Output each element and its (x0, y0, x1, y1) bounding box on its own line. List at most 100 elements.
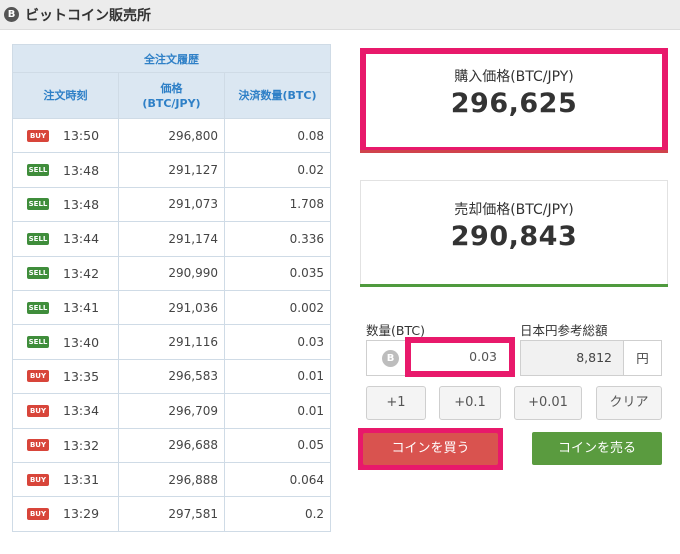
row-price: 290,990 (118, 255, 225, 291)
column-header-price-line1: 価格 (160, 81, 183, 95)
row-price: 296,688 (118, 427, 225, 463)
bitcoin-icon: B (4, 7, 19, 22)
side-badge: SELL (27, 267, 49, 280)
row-time-cell: SELL 13:40 (12, 324, 119, 360)
row-time: 13:50 (63, 128, 100, 144)
row-price: 296,888 (118, 461, 225, 498)
row-time: 13:40 (63, 334, 100, 350)
page-header: B ビットコイン販売所 (0, 0, 680, 30)
row-time: 13:31 (63, 472, 100, 488)
buy-coin-button[interactable]: コインを買う (363, 433, 498, 465)
side-badge: SELL (27, 301, 49, 314)
column-header-price-line2: (BTC/JPY) (142, 96, 201, 110)
column-header-time: 注文時刻 (12, 72, 119, 119)
row-amount: 0.2 (223, 496, 332, 532)
side-badge: BUY (27, 439, 49, 452)
table-row: BUY 13:50 296,800 0.08 (12, 117, 332, 154)
plus-0-1-button[interactable]: +0.1 (439, 386, 501, 420)
table-row: SELL 13:48 291,127 0.02 (12, 152, 332, 188)
column-header-amount: 決済数量(BTC) (223, 72, 332, 119)
side-badge: SELL (27, 336, 49, 349)
row-price: 291,116 (118, 324, 225, 360)
sell-price-value: 290,843 (450, 221, 578, 252)
row-time: 13:32 (63, 437, 100, 453)
table-row: BUY 13:35 296,583 0.01 (12, 358, 332, 395)
yen-unit: 円 (623, 340, 662, 376)
row-price: 291,174 (118, 221, 225, 257)
row-amount: 0.05 (223, 427, 332, 463)
row-time-cell: SELL 13:48 (12, 186, 119, 223)
row-time-cell: BUY 13:34 (12, 393, 119, 429)
plus-0-01-button[interactable]: +0.01 (514, 386, 582, 420)
row-time: 13:29 (63, 506, 100, 522)
row-amount: 0.002 (223, 289, 332, 326)
quantity-input[interactable]: 0.03 (405, 337, 515, 377)
table-row: BUY 13:29 297,581 0.2 (12, 496, 332, 532)
row-price: 291,127 (118, 152, 225, 188)
row-time: 13:48 (63, 162, 100, 178)
row-time-cell: BUY 13:32 (12, 427, 119, 463)
table-row: SELL 13:41 291,036 0.002 (12, 289, 332, 326)
row-price: 296,709 (118, 393, 225, 429)
row-time: 13:48 (63, 196, 100, 212)
column-header-price: 価格 (BTC/JPY) (118, 72, 225, 119)
jpy-reference-label: 日本円参考総額 (520, 323, 608, 338)
buy-price-underline (360, 150, 668, 153)
row-time: 13:44 (63, 231, 100, 247)
row-amount: 0.01 (223, 358, 332, 395)
bitcoin-coin-icon: B (382, 350, 399, 367)
sell-price-underline (360, 284, 668, 287)
row-amount: 0.03 (223, 324, 332, 360)
plus-1-button[interactable]: +1 (366, 386, 426, 420)
side-badge: BUY (27, 370, 49, 383)
sell-coin-button[interactable]: コインを売る (532, 432, 662, 465)
row-price: 297,581 (118, 496, 225, 532)
side-badge: BUY (27, 129, 49, 142)
table-row: BUY 13:31 296,888 0.064 (12, 461, 332, 498)
row-amount: 0.064 (223, 461, 332, 498)
row-time-cell: BUY 13:50 (12, 117, 119, 154)
buy-price-label: 購入価格(BTC/JPY) (454, 69, 574, 85)
row-amount: 0.035 (223, 255, 332, 291)
table-row: BUY 13:34 296,709 0.01 (12, 393, 332, 429)
row-time: 13:34 (63, 403, 100, 419)
side-badge: BUY (27, 507, 49, 520)
table-row: SELL 13:42 290,990 0.035 (12, 255, 332, 291)
side-badge: SELL (27, 198, 49, 211)
row-price: 296,800 (118, 117, 225, 154)
clear-button[interactable]: クリア (596, 386, 662, 420)
row-time-cell: SELL 13:44 (12, 221, 119, 257)
order-history-table: 全注文履歴 注文時刻 価格 (BTC/JPY) 決済数量(BTC) BUY 13:… (11, 44, 332, 532)
row-time: 13:35 (63, 368, 100, 384)
buy-price-box: 購入価格(BTC/JPY) 296,625 (360, 48, 668, 153)
order-history-caption: 全注文履歴 (11, 44, 332, 73)
table-row: SELL 13:44 291,174 0.336 (12, 221, 332, 257)
side-badge: BUY (27, 404, 49, 417)
row-price: 291,036 (118, 289, 225, 326)
row-time-cell: SELL 13:48 (12, 152, 119, 188)
sell-price-box: 売却価格(BTC/JPY) 290,843 (360, 180, 668, 285)
row-amount: 1.708 (223, 186, 332, 223)
row-time-cell: SELL 13:41 (12, 289, 119, 326)
row-amount: 0.02 (223, 152, 332, 188)
row-time: 13:42 (63, 265, 100, 281)
row-time-cell: SELL 13:42 (12, 255, 119, 291)
page-title: ビットコイン販売所 (25, 7, 151, 24)
row-time: 13:41 (63, 300, 100, 316)
side-badge: BUY (27, 473, 49, 486)
table-row: SELL 13:40 291,116 0.03 (12, 324, 332, 360)
row-price: 296,583 (118, 358, 225, 395)
sell-price-label: 売却価格(BTC/JPY) (454, 202, 574, 218)
row-amount: 0.336 (223, 221, 332, 257)
side-badge: SELL (27, 232, 49, 245)
side-badge: SELL (27, 164, 49, 177)
row-time-cell: BUY 13:35 (12, 358, 119, 395)
row-amount: 0.08 (223, 117, 332, 154)
row-price: 291,073 (118, 186, 225, 223)
table-row: BUY 13:32 296,688 0.05 (12, 427, 332, 463)
row-time-cell: BUY 13:31 (12, 461, 119, 498)
buy-price-value: 296,625 (450, 88, 578, 119)
jpy-reference-value: 8,812 (576, 350, 612, 365)
row-amount: 0.01 (223, 393, 332, 429)
table-row: SELL 13:48 291,073 1.708 (12, 186, 332, 223)
